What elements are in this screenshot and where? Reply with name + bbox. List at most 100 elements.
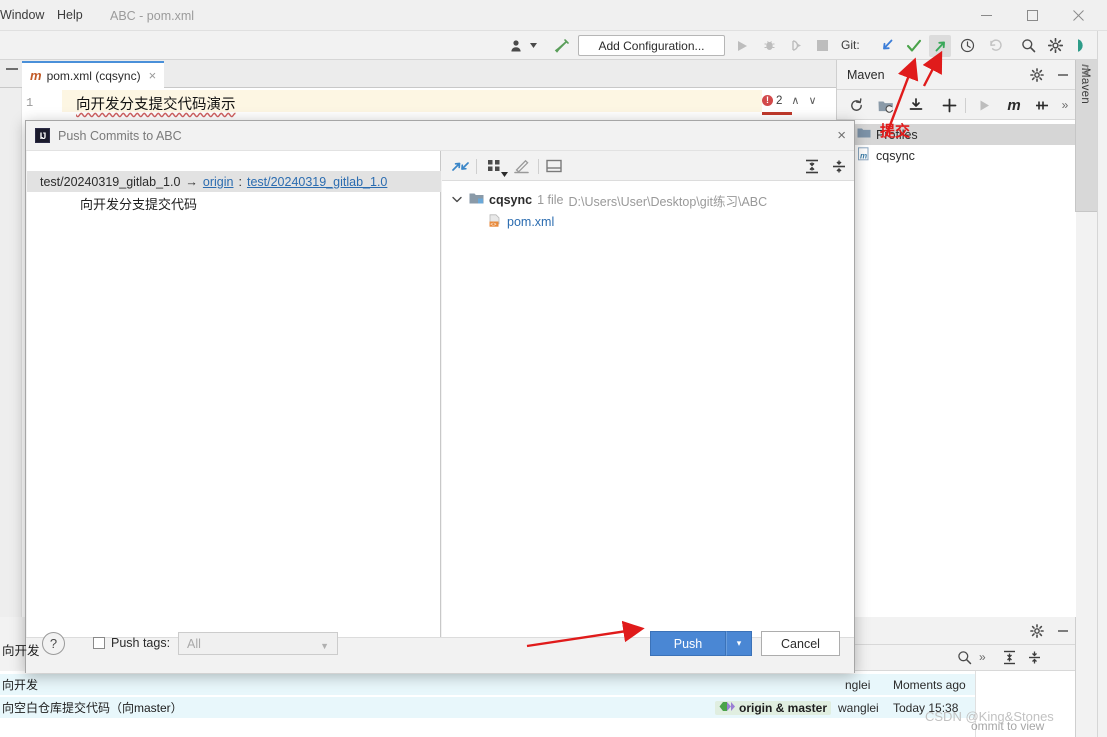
git-commit-icon[interactable] bbox=[904, 31, 924, 60]
menu-window[interactable]: Window bbox=[0, 8, 44, 22]
git-log-row[interactable]: 向空白仓库提交代码（向master） origin & master wangl… bbox=[0, 697, 975, 718]
reimport-refresh-icon[interactable] bbox=[847, 96, 865, 114]
settings-gear-icon[interactable] bbox=[1045, 31, 1065, 60]
run-coverage-icon bbox=[787, 31, 805, 60]
expand-all-icon[interactable] bbox=[1002, 650, 1017, 668]
preview-pane-icon[interactable] bbox=[544, 157, 564, 175]
settings-gear-icon[interactable] bbox=[1029, 67, 1045, 83]
maven-tree-item-profiles[interactable]: Profiles bbox=[837, 124, 1076, 145]
branch-tag-badge: origin & master bbox=[715, 700, 832, 715]
remote-name-link[interactable]: origin bbox=[203, 175, 234, 189]
collapse-all-icon[interactable] bbox=[1027, 650, 1042, 668]
add-maven-project-icon[interactable] bbox=[940, 96, 958, 114]
commits-list-pane[interactable]: test/20240319_gitlab_1.0 → origin : test… bbox=[27, 151, 441, 638]
file-tree-file-count: 1 file bbox=[537, 193, 564, 207]
push-tags-label: Push tags: bbox=[111, 636, 171, 650]
git-log-list[interactable]: 向开发 nglei Moments ago 向空白仓库提交代码（向master）… bbox=[0, 671, 1075, 737]
help-button[interactable]: ? bbox=[42, 632, 65, 655]
close-icon[interactable]: × bbox=[149, 68, 157, 83]
execute-maven-goal-m-icon[interactable]: m bbox=[1004, 96, 1024, 114]
git-log-header bbox=[836, 617, 1075, 645]
push-tags-value: All bbox=[187, 636, 201, 651]
window-titlebar: Window Help ABC - pom.xml bbox=[0, 0, 1107, 31]
push-tags-select: All ▼ bbox=[178, 632, 338, 655]
dropdown-arrow-icon[interactable] bbox=[528, 31, 538, 60]
nav-prev-problem-icon[interactable]: ∧ bbox=[791, 94, 799, 107]
group-by-dropdown-icon[interactable] bbox=[499, 165, 509, 183]
git-log-message: 向空白仓库提交代码（向master） bbox=[2, 701, 183, 715]
intellij-logo-icon: IJ bbox=[35, 128, 50, 143]
svg-text:<>: <> bbox=[490, 221, 496, 227]
maven-tool-window: Maven m » Profiles m cqsync bbox=[836, 60, 1076, 617]
user-avatar-icon[interactable] bbox=[508, 31, 526, 60]
git-log-row[interactable]: 向开发 nglei Moments ago bbox=[0, 674, 975, 695]
hide-minimize-icon[interactable] bbox=[1055, 67, 1071, 83]
download-sources-icon[interactable] bbox=[907, 96, 925, 114]
arrow-icon: → bbox=[185, 174, 198, 189]
changed-files-pane[interactable]: cqsync 1 file D:\Users\User\Desktop\git练… bbox=[442, 151, 854, 638]
branch-tag-label: origin & master bbox=[739, 700, 828, 715]
show-diff-edit-icon bbox=[512, 157, 532, 175]
expand-all-icon[interactable] bbox=[802, 157, 822, 175]
maven-tree-item-cqsync[interactable]: m cqsync bbox=[837, 145, 1076, 166]
git-log-right-strip bbox=[1075, 617, 1097, 737]
remote-branch-link[interactable]: test/20240319_gitlab_1.0 bbox=[247, 175, 387, 189]
nav-next-problem-icon[interactable]: ∨ bbox=[808, 94, 816, 107]
run-maven-goal-icon bbox=[975, 96, 993, 114]
window-minimize-button[interactable] bbox=[963, 0, 1009, 31]
generate-sources-icon[interactable] bbox=[877, 96, 895, 114]
build-hammer-icon[interactable] bbox=[552, 31, 572, 60]
hide-minimize-icon[interactable] bbox=[1055, 623, 1071, 639]
inspection-error-badge[interactable]: ! 2 ∧ ∨ bbox=[762, 94, 817, 107]
error-count: 2 bbox=[776, 94, 783, 107]
add-configuration-button[interactable]: Add Configuration... bbox=[578, 35, 725, 56]
push-branch-header[interactable]: test/20240319_gitlab_1.0 → origin : test… bbox=[27, 171, 441, 192]
window-maximize-button[interactable] bbox=[1009, 0, 1055, 31]
search-icon[interactable] bbox=[957, 650, 973, 666]
menu-window-label: Window bbox=[0, 8, 45, 22]
git-log-date: Moments ago bbox=[893, 677, 966, 692]
push-tags-checkbox[interactable] bbox=[93, 637, 105, 649]
git-update-icon[interactable] bbox=[877, 31, 897, 60]
maven-projects-tree[interactable]: Profiles m cqsync bbox=[837, 120, 1076, 617]
run-icon bbox=[733, 31, 751, 60]
git-push-icon[interactable] bbox=[929, 35, 951, 57]
push-dropdown-button[interactable]: ▾ bbox=[726, 631, 752, 656]
toolbar-divider bbox=[965, 98, 966, 113]
maven-side-tab[interactable]: Maven bbox=[1075, 60, 1097, 212]
maven-panel-header: Maven bbox=[837, 60, 1076, 90]
handwritten-annotation-text: 提交 bbox=[880, 122, 911, 140]
file-tree-root-label: cqsync bbox=[489, 193, 533, 207]
right-tool-rail bbox=[1097, 31, 1107, 737]
maven-m-icon: m bbox=[30, 68, 42, 83]
dialog-close-button[interactable]: × bbox=[837, 127, 846, 144]
more-chevrons-icon[interactable]: » bbox=[1056, 96, 1074, 114]
add-configuration-label: Add Configuration... bbox=[598, 38, 705, 53]
more-chevrons-icon[interactable]: » bbox=[979, 650, 986, 664]
svg-text:m: m bbox=[860, 152, 867, 161]
maven-panel-title: Maven bbox=[847, 68, 885, 82]
settings-gear-icon[interactable] bbox=[1029, 623, 1045, 639]
git-log-message: 向开发 bbox=[2, 678, 39, 692]
chevron-down-icon[interactable] bbox=[452, 194, 464, 206]
search-everywhere-icon[interactable] bbox=[1018, 31, 1038, 60]
git-rollback-icon bbox=[985, 31, 1005, 60]
git-log-detail-pane: ommit to view bbox=[971, 671, 1075, 737]
ide-help-icon[interactable] bbox=[1071, 31, 1091, 60]
push-button[interactable]: Push bbox=[650, 631, 726, 656]
editor-code-text: 向开发分支提交代码演示 bbox=[76, 97, 236, 113]
window-close-button[interactable] bbox=[1055, 0, 1101, 31]
dialog-title: Push Commits to ABC bbox=[58, 128, 182, 143]
file-tree-root-row[interactable]: cqsync 1 file D:\Users\User\Desktop\git练… bbox=[452, 189, 767, 211]
expand-diff-icon[interactable] bbox=[450, 157, 470, 175]
collapse-sidebar-icon[interactable] bbox=[6, 68, 18, 70]
toggle-skip-tests-icon[interactable] bbox=[1033, 96, 1051, 114]
git-history-icon[interactable] bbox=[957, 31, 977, 60]
menu-help[interactable]: Help bbox=[57, 8, 83, 22]
cancel-button[interactable]: Cancel bbox=[761, 631, 840, 656]
collapse-all-icon[interactable] bbox=[829, 157, 849, 175]
menu-help-label: Help bbox=[57, 8, 83, 22]
editor-tab-pom-xml[interactable]: m pom.xml (cqsync) × bbox=[22, 61, 165, 88]
commit-message-row[interactable]: 向开发分支提交代码 bbox=[80, 194, 197, 213]
file-tree-child-row[interactable]: <> pom.xml bbox=[488, 211, 554, 233]
